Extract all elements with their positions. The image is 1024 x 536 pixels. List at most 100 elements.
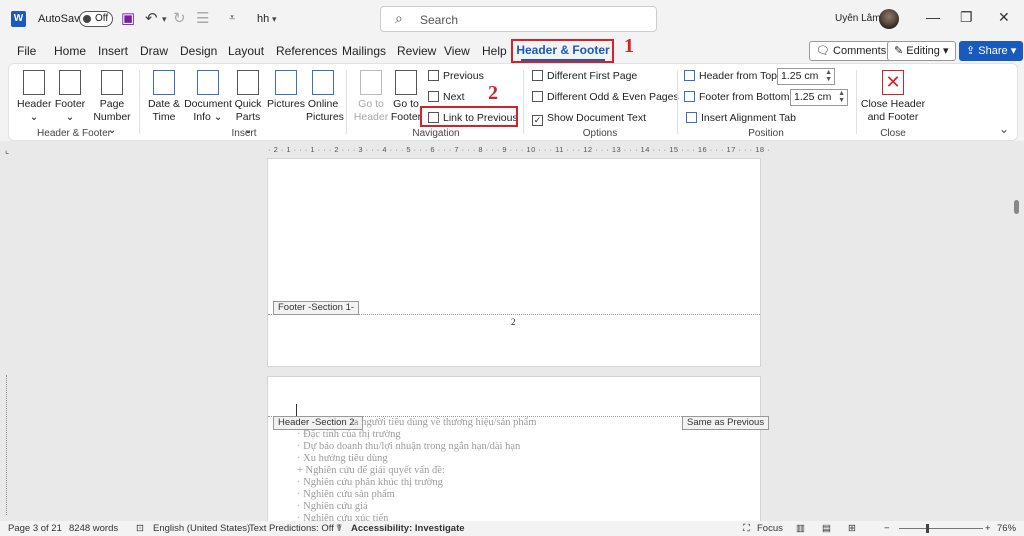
avatar[interactable] — [879, 9, 899, 29]
footer-section-tag: Footer -Section 1- — [273, 301, 360, 315]
alignment-tab-icon — [686, 112, 697, 123]
scrollbar-thumb[interactable] — [1014, 200, 1019, 214]
text-predictions-status[interactable]: Text Predictions: Off — [249, 523, 334, 534]
go-to-header-button[interactable]: Go to Header — [353, 70, 389, 124]
document-info-button[interactable]: Document Info ⌄ — [183, 70, 233, 124]
search-box[interactable]: ⌕ Search — [380, 6, 657, 32]
tab-mailings[interactable]: Mailings — [342, 44, 386, 58]
header-button[interactable]: Header ⌄ — [17, 70, 51, 124]
page-number-button[interactable]: Page Number ⌄ — [89, 70, 135, 137]
header-position-icon — [684, 70, 695, 81]
restore-icon[interactable]: ❐ — [960, 9, 973, 26]
next-button[interactable]: Next — [428, 91, 465, 103]
quick-parts-label-2: Parts — [235, 111, 261, 123]
spin-arrows-icon[interactable]: ▲ ▼ — [838, 90, 845, 104]
group-label-position: Position — [748, 128, 784, 139]
document-title[interactable]: hh — [257, 13, 269, 25]
group-divider — [346, 70, 347, 134]
tab-insert[interactable]: Insert — [98, 44, 128, 58]
header-chevron-down-icon: ⌄ — [29, 111, 39, 123]
redo-icon[interactable]: ↻ — [173, 9, 186, 27]
tab-draw[interactable]: Draw — [140, 44, 168, 58]
pictures-button[interactable]: Pictures — [267, 70, 305, 111]
quick-parts-button[interactable]: Quick Parts ⌄ — [231, 70, 265, 137]
different-first-page-checkbox[interactable]: Different First Page — [532, 70, 637, 82]
undo-icon[interactable]: ↶ — [145, 9, 158, 27]
language-status[interactable]: English (United States) — [153, 523, 250, 534]
group-label-options: Options — [582, 128, 618, 139]
next-label: Next — [443, 91, 465, 103]
minimize-icon[interactable]: — — [926, 9, 940, 25]
footer-from-bottom-label-wrap: Footer from Bottom: — [684, 91, 792, 103]
go-to-footer-button[interactable]: Go to Footer — [389, 70, 423, 124]
body-text-line: · Đặc tính của thị trường — [297, 429, 401, 440]
document-info-label-2: Info — [193, 111, 211, 123]
different-first-page-label: Different First Page — [547, 70, 638, 82]
comments-button[interactable]: 🗨 Comments — [809, 41, 894, 61]
zoom-slider[interactable] — [899, 528, 983, 529]
undo-dropdown-icon[interactable]: ▾ — [162, 14, 167, 25]
go-to-header-icon — [360, 70, 382, 95]
zoom-in-icon[interactable]: + — [985, 523, 991, 534]
different-odd-even-checkbox[interactable]: Different Odd & Even Pages — [532, 91, 679, 103]
header-from-top-input[interactable]: 1.25 cm ▲ ▼ — [777, 68, 835, 85]
comments-label: Comments — [833, 45, 887, 57]
title-chevron-down-icon[interactable]: ▾ — [272, 14, 277, 25]
focus-icon: ⛶ — [743, 523, 750, 534]
tab-review[interactable]: Review — [397, 44, 436, 58]
footer-button[interactable]: Footer ⌄ — [53, 70, 87, 124]
zoom-level[interactable]: 76% — [997, 523, 1016, 534]
same-as-previous-tag: Same as Previous — [682, 416, 770, 430]
share-button[interactable]: ⇪ Share ▾ — [959, 41, 1024, 61]
online-pictures-button[interactable]: Online Pictures — [306, 70, 344, 124]
focus-mode-button[interactable]: Focus — [757, 523, 783, 534]
page-number-label-2: Number — [93, 111, 131, 123]
show-document-text-checkbox[interactable]: ✓ Show Document Text — [532, 112, 646, 126]
zoom-slider-thumb[interactable] — [926, 524, 929, 533]
close-header-footer-label-2: and Footer — [867, 111, 919, 123]
tab-help[interactable]: Help — [482, 44, 507, 58]
go-to-footer-icon — [395, 70, 417, 95]
page-count-status[interactable]: Page 3 of 21 — [8, 523, 62, 534]
go-to-footer-label-1: Go to — [393, 98, 419, 110]
close-header-footer-button[interactable]: ✕ Close Header and Footer — [860, 70, 926, 124]
editing-label: Editing — [906, 45, 940, 57]
user-name[interactable]: Uyên Lâm — [835, 13, 881, 24]
previous-button[interactable]: Previous — [428, 70, 484, 82]
tab-references[interactable]: References — [276, 44, 337, 58]
page-number-field[interactable]: 2 — [511, 317, 516, 327]
date-time-button[interactable]: Date & Time — [146, 70, 182, 124]
accessibility-status[interactable]: Accessibility: Investigate — [351, 523, 465, 534]
format-painter-icon[interactable]: ☰ — [196, 9, 209, 27]
customize-toolbar-icon[interactable]: ⩡ — [229, 12, 235, 25]
quick-parts-label-1: Quick — [234, 98, 262, 110]
footer-from-bottom-input[interactable]: 1.25 cm ▲ ▼ — [790, 89, 848, 106]
tab-stop-selector-icon[interactable]: ⌞ — [5, 145, 9, 156]
tab-design[interactable]: Design — [180, 44, 217, 58]
pictures-label: Pictures — [267, 98, 305, 110]
print-layout-icon[interactable]: ▤ — [822, 523, 831, 534]
word-count-status[interactable]: 8248 words — [69, 523, 118, 534]
page-2[interactable] — [267, 158, 761, 367]
tab-layout[interactable]: Layout — [228, 44, 264, 58]
vertical-ruler[interactable] — [6, 375, 12, 515]
editing-button[interactable]: ✎ Editing ▾ — [887, 41, 956, 61]
page-number-label-1: Page — [99, 98, 125, 110]
horizontal-ruler[interactable]: · 2 · 1 · · · 1 · · · 2 · · · 3 · · · 4 … — [268, 145, 770, 157]
tab-home[interactable]: Home — [54, 44, 86, 58]
read-mode-icon[interactable]: ▥ — [796, 523, 805, 534]
spin-arrows-icon[interactable]: ▲ ▼ — [825, 69, 832, 83]
close-window-icon[interactable]: ✕ — [998, 9, 1010, 26]
footer-from-bottom-label: Footer from Bottom: — [699, 91, 793, 103]
save-icon[interactable]: ▣ — [121, 9, 135, 27]
insert-alignment-tab-button[interactable]: Insert Alignment Tab — [686, 112, 796, 124]
zoom-out-icon[interactable]: − — [884, 523, 890, 534]
tab-file[interactable]: File — [17, 44, 36, 58]
proofing-icon[interactable]: ⊡ — [136, 523, 144, 534]
previous-icon — [428, 70, 439, 81]
collapse-ribbon-chevron-icon[interactable]: ⌄ — [999, 122, 1009, 136]
document-info-chevron-down-icon: ⌄ — [210, 111, 223, 123]
autosave-toggle[interactable]: Off — [79, 11, 113, 27]
tab-view[interactable]: View — [444, 44, 470, 58]
web-layout-icon[interactable]: ⊞ — [848, 523, 856, 534]
